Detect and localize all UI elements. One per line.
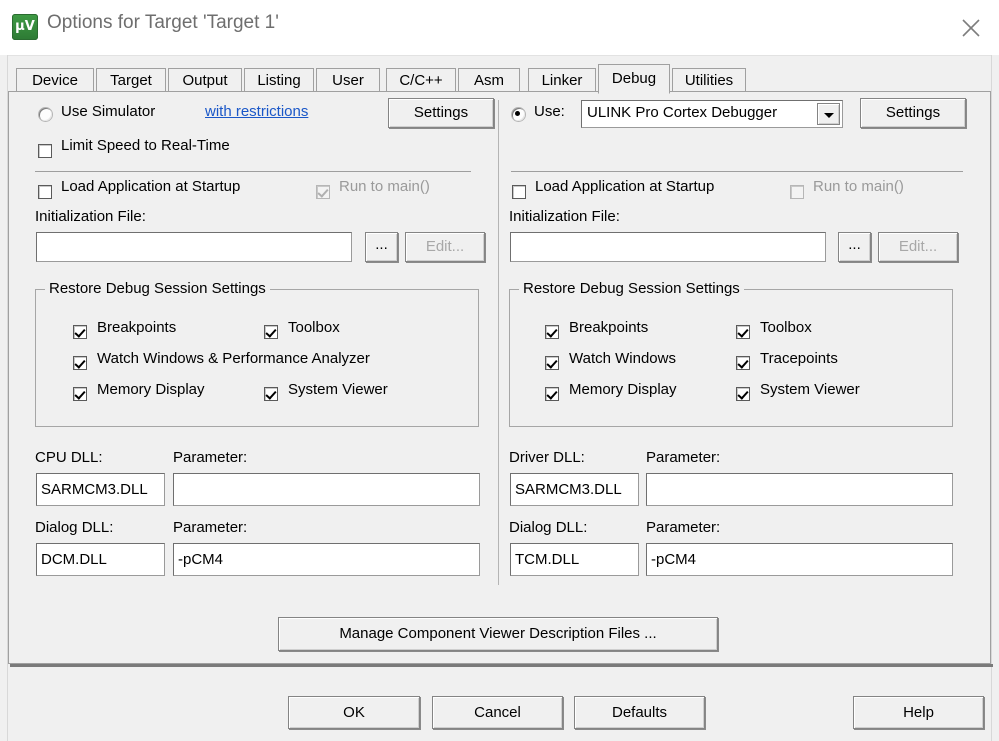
ok-button[interactable]: OK [288, 696, 420, 729]
limit-speed-label[interactable]: Limit Speed to Real-Time [61, 137, 230, 154]
debug-tab-panel: Use Simulator with restrictions Settings… [8, 91, 991, 664]
right-restore-breakpoints-checkbox[interactable] [545, 325, 559, 339]
left-restore-breakpoints-checkbox[interactable] [73, 325, 87, 339]
right-restore-toolbox-checkbox[interactable] [736, 325, 750, 339]
use-simulator-radio[interactable] [39, 108, 52, 121]
right-restore-tracepoints-label[interactable]: Tracepoints [760, 350, 838, 367]
help-button[interactable]: Help [853, 696, 984, 729]
cpu-parameter-input[interactable] [173, 473, 480, 506]
left-load-app-checkbox[interactable] [38, 185, 52, 199]
tab-target[interactable]: Target [96, 68, 166, 92]
tab-utilities[interactable]: Utilities [672, 68, 746, 92]
left-init-file-label: Initialization File: [35, 208, 146, 225]
cancel-button[interactable]: Cancel [432, 696, 563, 729]
use-simulator-label[interactable]: Use Simulator [61, 103, 155, 120]
right-restore-memory-display-label[interactable]: Memory Display [569, 381, 677, 398]
left-restore-memory-display-checkbox[interactable] [73, 387, 87, 401]
use-debugger-label[interactable]: Use: [534, 103, 565, 120]
right-run-to-main-label: Run to main() [813, 178, 904, 195]
left-restore-watch-windows-label[interactable]: Watch Windows & Performance Analyzer [97, 350, 370, 367]
left-restore-toolbox-checkbox[interactable] [264, 325, 278, 339]
right-restore-watch-windows-checkbox[interactable] [545, 356, 559, 370]
left-run-to-main-label: Run to main() [339, 178, 430, 195]
left-restore-breakpoints-label[interactable]: Breakpoints [97, 319, 176, 336]
with-restrictions-link[interactable]: with restrictions [205, 103, 308, 120]
left-restore-system-viewer-checkbox[interactable] [264, 387, 278, 401]
tab-debug[interactable]: Debug [598, 64, 670, 94]
uvision-icon-glyph: μV [15, 19, 35, 34]
dialog-right-edge [991, 55, 999, 741]
cpu-dll-label: CPU DLL: [35, 449, 103, 466]
tab-asm[interactable]: Asm [458, 68, 520, 92]
left-dialog-dll-input[interactable]: DCM.DLL [36, 543, 165, 576]
close-icon[interactable] [943, 0, 999, 54]
tab-device[interactable]: Device [16, 68, 94, 92]
page-title: Options for Target 'Target 1' [47, 12, 279, 33]
driver-parameter-input[interactable] [646, 473, 953, 506]
right-dialog-dll-input[interactable]: TCM.DLL [510, 543, 639, 576]
right-restore-system-viewer-label[interactable]: System Viewer [760, 381, 860, 398]
right-load-app-label[interactable]: Load Application at Startup [535, 178, 714, 195]
right-init-file-label: Initialization File: [509, 208, 620, 225]
right-edit-button: Edit... [878, 232, 958, 262]
right-dialog-parameter-label: Parameter: [646, 519, 721, 536]
panel-column-divider [498, 100, 499, 585]
options-dialog: μV Options for Target 'Target 1' Device … [0, 0, 999, 741]
limit-speed-checkbox[interactable] [38, 144, 52, 158]
left-run-to-main-checkbox [316, 185, 330, 199]
right-dialog-dll-label: Dialog DLL: [509, 519, 588, 536]
dialog-left-edge [0, 55, 8, 741]
left-restore-system-viewer-label[interactable]: System Viewer [288, 381, 388, 398]
right-load-app-checkbox[interactable] [512, 185, 526, 199]
left-load-app-label[interactable]: Load Application at Startup [61, 178, 240, 195]
left-browse-button[interactable]: ... [365, 232, 398, 262]
tab-strip: Device Target Output Listing User C/C++ … [8, 64, 991, 94]
debugger-select-value: ULINK Pro Cortex Debugger [587, 104, 778, 121]
left-dialog-dll-label: Dialog DLL: [35, 519, 114, 536]
title-bar: μV Options for Target 'Target 1' [0, 0, 999, 56]
left-dialog-parameter-input[interactable]: -pCM4 [173, 543, 480, 576]
right-restore-session-title: Restore Debug Session Settings [519, 280, 744, 297]
left-restore-toolbox-label[interactable]: Toolbox [288, 319, 340, 336]
right-init-file-input[interactable] [510, 232, 826, 262]
right-restore-toolbox-label[interactable]: Toolbox [760, 319, 812, 336]
right-run-to-main-checkbox [790, 185, 804, 199]
simulator-settings-button[interactable]: Settings [388, 98, 494, 128]
driver-dll-input[interactable]: SARMCM3.DLL [510, 473, 639, 506]
left-restore-session-title: Restore Debug Session Settings [45, 280, 270, 297]
tab-user[interactable]: User [316, 68, 380, 92]
close-icon-glyph [962, 19, 980, 37]
driver-parameter-label: Parameter: [646, 449, 721, 466]
debugger-select[interactable]: ULINK Pro Cortex Debugger [581, 100, 843, 128]
left-separator-rule [35, 171, 471, 172]
cpu-dll-input[interactable]: SARMCM3.DLL [36, 473, 165, 506]
manage-component-viewer-button[interactable]: Manage Component Viewer Description File… [278, 617, 718, 651]
right-restore-memory-display-checkbox[interactable] [545, 387, 559, 401]
tab-linker[interactable]: Linker [528, 68, 596, 92]
left-dialog-parameter-label: Parameter: [173, 519, 248, 536]
tab-cpp[interactable]: C/C++ [386, 68, 456, 92]
tab-output[interactable]: Output [168, 68, 242, 92]
left-init-file-input[interactable] [36, 232, 352, 262]
chevron-down-icon[interactable] [817, 103, 840, 125]
left-edit-button: Edit... [405, 232, 485, 262]
right-browse-button[interactable]: ... [838, 232, 871, 262]
uvision-icon: μV [12, 14, 38, 40]
right-restore-breakpoints-label[interactable]: Breakpoints [569, 319, 648, 336]
right-restore-system-viewer-checkbox[interactable] [736, 387, 750, 401]
right-dialog-parameter-input[interactable]: -pCM4 [646, 543, 953, 576]
debugger-settings-button[interactable]: Settings [860, 98, 966, 128]
panel-shadow [10, 664, 993, 667]
use-debugger-radio[interactable] [512, 108, 525, 121]
right-separator-rule [511, 171, 963, 172]
tab-listing[interactable]: Listing [244, 68, 314, 92]
right-restore-watch-windows-label[interactable]: Watch Windows [569, 350, 676, 367]
cpu-parameter-label: Parameter: [173, 449, 248, 466]
driver-dll-label: Driver DLL: [509, 449, 585, 466]
left-restore-watch-windows-checkbox[interactable] [73, 356, 87, 370]
left-restore-memory-display-label[interactable]: Memory Display [97, 381, 205, 398]
defaults-button[interactable]: Defaults [574, 696, 705, 729]
right-restore-tracepoints-checkbox[interactable] [736, 356, 750, 370]
